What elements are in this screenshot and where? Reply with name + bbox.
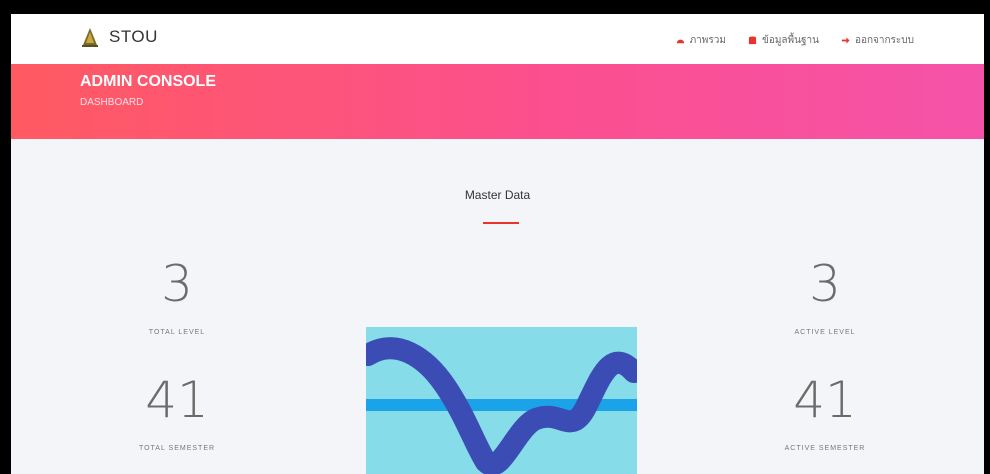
stat-value: 41 <box>145 371 209 429</box>
brand[interactable]: STOU <box>81 27 158 47</box>
stat-value: 41 <box>793 371 857 429</box>
stou-logo-icon <box>82 28 98 47</box>
page-header-banner: ADMIN CONSOLE DASHBOARD <box>11 64 984 139</box>
stat-total-level: 3 TOTAL LEVEL <box>77 259 277 336</box>
section-title: Master Data <box>464 188 531 202</box>
dashboard-icon <box>676 39 684 44</box>
main-nav: ภาพรวม ข้อมูลพื้นฐาน ออกจากระบบ <box>676 33 914 48</box>
page-title: ADMIN CONSOLE <box>80 73 216 90</box>
stat-total-semester: 41 TOTAL SEMESTER <box>77 375 277 452</box>
stat-label: ACTIVE LEVEL <box>794 329 856 336</box>
stat-label: ACTIVE SEMESTER <box>784 445 866 452</box>
nav-item-master-data[interactable]: ข้อมูลพื้นฐาน <box>748 33 819 48</box>
stat-value: 3 <box>161 255 193 313</box>
nav-item-overview[interactable]: ภาพรวม <box>676 33 726 48</box>
page-subtitle: DASHBOARD <box>80 97 144 108</box>
nav-item-logout[interactable]: ออกจากระบบ <box>841 33 914 48</box>
stat-active-semester: 41 ACTIVE SEMESTER <box>725 375 925 452</box>
brand-name: STOU <box>109 27 158 46</box>
nav-item-label: ภาพรวม <box>689 35 726 46</box>
app-window: STOU ภาพรวม ข้อมูลพื้นฐาน ออกจากระบบ ADM… <box>11 14 984 474</box>
nav-item-label: ข้อมูลพื้นฐาน <box>761 35 819 46</box>
logout-icon <box>841 37 850 44</box>
wave-illustration <box>366 327 637 474</box>
nav-item-label: ออกจากระบบ <box>854 35 914 46</box>
stat-value: 3 <box>809 255 841 313</box>
section-divider <box>483 222 519 224</box>
stat-label: TOTAL LEVEL <box>148 329 206 336</box>
stat-active-level: 3 ACTIVE LEVEL <box>725 259 925 336</box>
database-icon <box>748 36 757 45</box>
top-navbar: STOU ภาพรวม ข้อมูลพื้นฐาน ออกจากระบบ <box>11 14 984 64</box>
stat-label: TOTAL SEMESTER <box>138 445 216 452</box>
